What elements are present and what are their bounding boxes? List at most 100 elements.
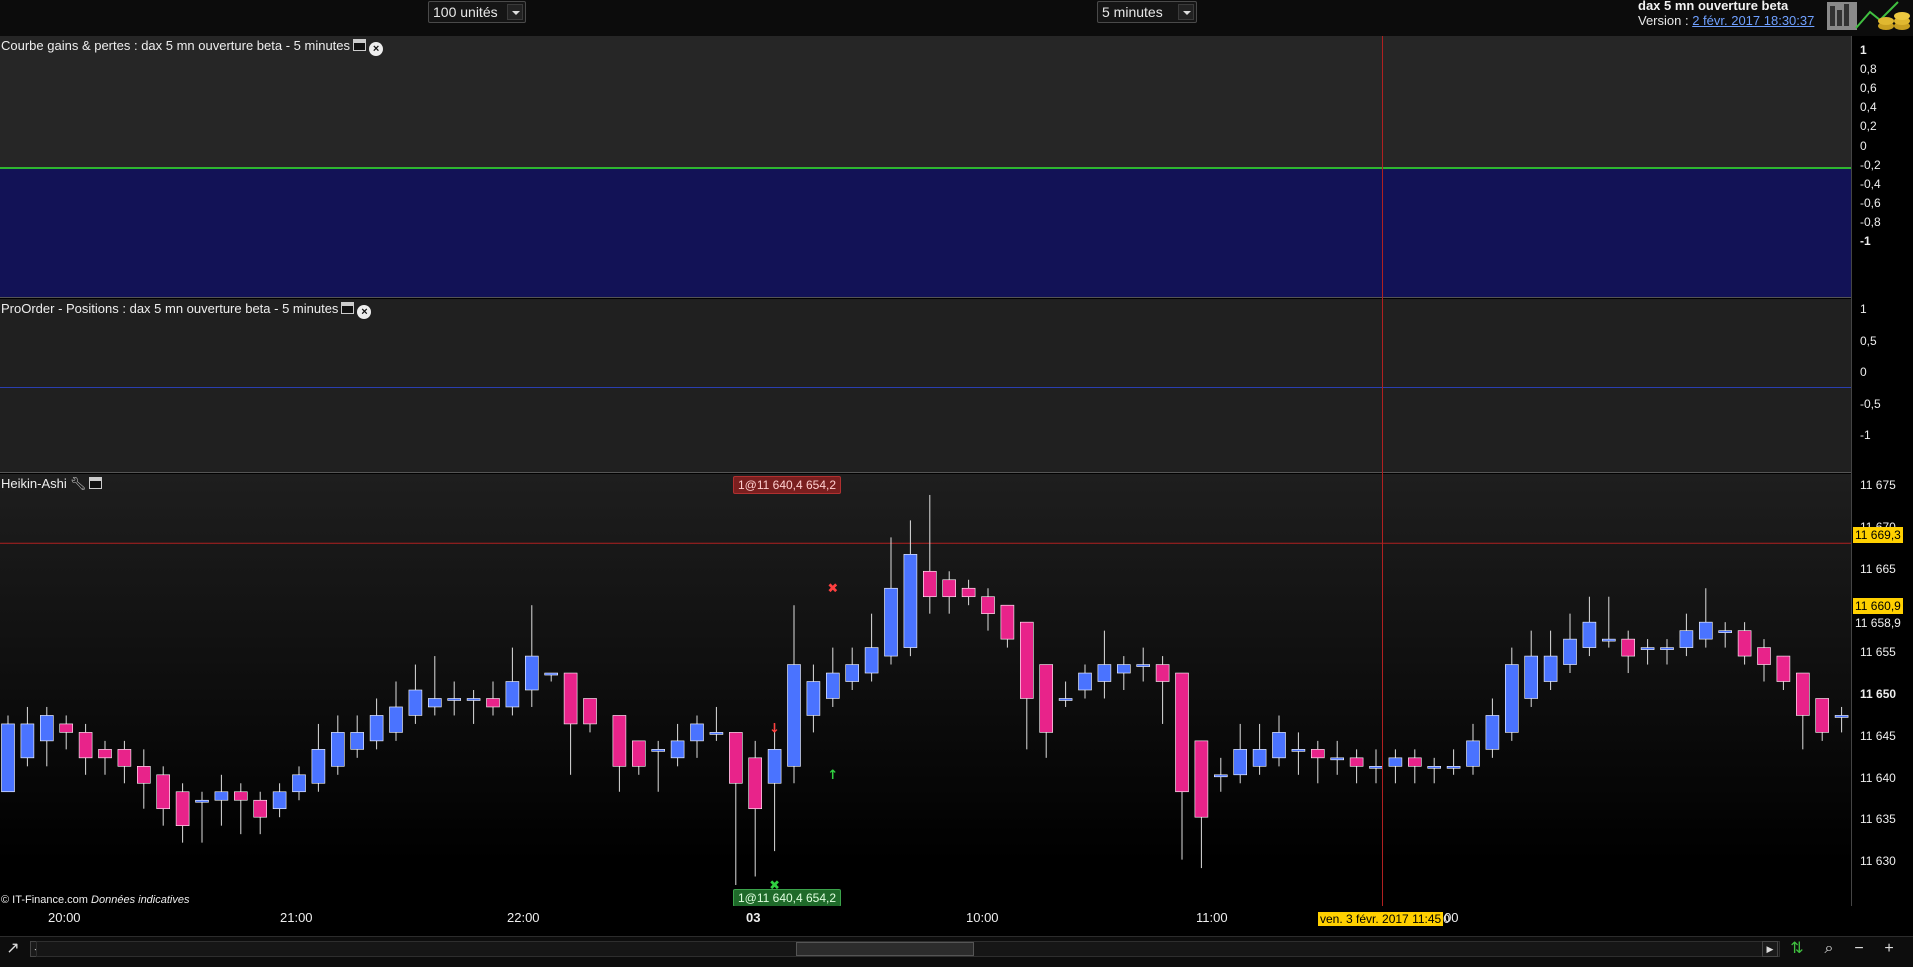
zoom-box-icon[interactable]: ⌕ (1818, 938, 1840, 960)
candle (651, 740, 666, 792)
candle (39, 706, 54, 767)
close-icon[interactable]: × (357, 305, 372, 319)
sell-order-label: 1@11 640,4 654,2 (733, 476, 842, 494)
price-y-tick: 11 650 (1860, 687, 1897, 701)
pnl-y-tick: 0,2 (1860, 119, 1877, 134)
timeframe-select[interactable]: 5 minutes (1097, 1, 1197, 23)
positions-y-tick: -0,5 (1860, 396, 1881, 411)
candle (1699, 588, 1713, 648)
candle (670, 723, 685, 767)
candle (137, 749, 151, 809)
maximize-icon[interactable] (353, 39, 367, 51)
units-select[interactable]: 100 unités (428, 1, 526, 23)
candle (1718, 622, 1732, 648)
candle (1408, 749, 1422, 784)
top-toolbar (0, 0, 1913, 37)
price-panel-title: Heikin-Ashi (1, 476, 67, 491)
scroll-right-button[interactable]: ▶ (1762, 941, 1778, 957)
candle (1039, 664, 1053, 758)
price-tag-low: 11 658,9 (1853, 615, 1903, 631)
disclaimer-text: Données indicatives (91, 894, 190, 906)
candle (214, 774, 229, 826)
candle (156, 766, 170, 826)
candle (1679, 613, 1694, 657)
cursor-date-trail: 0 (1443, 912, 1450, 926)
candle (253, 791, 267, 835)
pnl-y-tick: -0,6 (1860, 195, 1881, 210)
positions-panel-title: ProOrder - Positions : dax 5 mn ouvertur… (1, 301, 339, 316)
chevron-down-icon[interactable] (1178, 4, 1194, 20)
version-date-link[interactable]: 2 févr. 2017 18:30:37 (1692, 13, 1814, 28)
candle (1485, 698, 1500, 758)
system-version: Version : 2 févr. 2017 18:30:37 (1638, 13, 1814, 28)
candle (311, 723, 326, 792)
units-select-value: 100 unités (433, 4, 498, 20)
candle (961, 579, 976, 606)
time-axis (0, 906, 1851, 930)
candle (1078, 664, 1092, 699)
candle (1214, 757, 1228, 792)
autoscale-icon[interactable]: ⇅ (1786, 938, 1808, 960)
candle (20, 706, 35, 767)
candle (1349, 749, 1364, 784)
candle (1640, 639, 1655, 665)
pnl-y-tick: -1 (1860, 234, 1871, 248)
candle (631, 740, 646, 775)
candle (1660, 639, 1674, 665)
heikin-ashi-chart[interactable]: ↓✖↑✖ (0, 474, 1851, 906)
candle (1000, 604, 1015, 648)
candle (1796, 672, 1810, 750)
pnl-panel-title: Courbe gains & pertes : dax 5 mn ouvertu… (1, 38, 351, 53)
candle (1776, 655, 1791, 690)
pnl-y-tick: -0,4 (1860, 176, 1881, 191)
x-tick-label: 10:00 (966, 910, 999, 925)
maximize-icon[interactable] (89, 477, 103, 489)
candle (505, 647, 520, 716)
pnl-y-tick: 0,6 (1860, 81, 1877, 96)
candle (524, 605, 539, 707)
positions-y-tick: 0 (1860, 365, 1867, 379)
x-tick-label: 21:00 (280, 910, 313, 925)
candle (1446, 749, 1461, 775)
candle (272, 783, 287, 818)
candle (59, 715, 74, 750)
price-panel: ↓ ✖ ↑ ✖ Heikin-Ashi 🔧︎ 1@11 640,4 654,2 1@11… (0, 474, 1851, 907)
candle (1311, 740, 1325, 784)
zoom-out-icon[interactable]: − (1848, 938, 1870, 960)
candle (350, 715, 365, 758)
pnl-loss-area (0, 167, 1851, 297)
chevron-down-icon[interactable] (507, 4, 523, 20)
x-tick-label: 11:00 (1196, 910, 1228, 925)
candle (1524, 630, 1538, 707)
candle (486, 681, 500, 716)
scroll-thumb[interactable] (796, 942, 974, 956)
zoom-in-icon[interactable]: + (1878, 938, 1900, 960)
chart-edit-icon[interactable]: ↗ (2, 938, 24, 960)
candle (709, 706, 724, 741)
positions-panel-header: ProOrder - Positions : dax 5 mn ouvertur… (1, 300, 372, 319)
candle (922, 494, 937, 614)
candle (864, 613, 879, 682)
candle (369, 698, 384, 750)
price-y-tick: 11 630 (1860, 854, 1896, 869)
price-y-tick: 11 655 (1860, 645, 1896, 660)
copyright-note: © IT-Finance.com Données indicatives (1, 894, 189, 906)
close-icon[interactable]: × (369, 42, 384, 56)
pnl-y-tick: -0,2 (1860, 157, 1881, 172)
candle (1543, 630, 1558, 690)
candle (175, 783, 190, 843)
candle (612, 715, 627, 792)
candle (1272, 715, 1286, 767)
candle (1330, 740, 1344, 775)
candle (292, 766, 306, 801)
maximize-icon[interactable] (341, 302, 355, 314)
positions-y-tick: -1 (1860, 428, 1871, 442)
candle (728, 732, 743, 886)
candle (1427, 757, 1441, 784)
pnl-y-tick: 1 (1860, 43, 1867, 57)
candle (78, 723, 93, 775)
price-y-tick: 11 645 (1860, 728, 1896, 743)
pnl-y-tick: 0,4 (1860, 100, 1877, 115)
candle (884, 537, 898, 665)
wrench-icon[interactable]: 🔧︎ (70, 476, 87, 491)
